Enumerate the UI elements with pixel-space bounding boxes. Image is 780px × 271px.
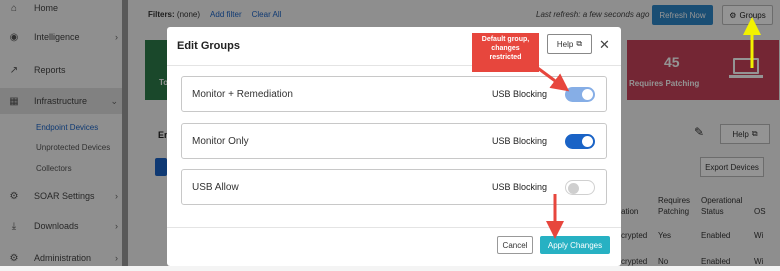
toggle-knob <box>582 136 593 147</box>
callout-line: changes <box>491 45 520 52</box>
help-label: Help <box>556 39 574 49</box>
group-name: Monitor + Remediation <box>192 89 293 100</box>
annotation-callout: Default group, changes restricted <box>472 33 539 72</box>
callout-line: Default group, <box>481 36 530 43</box>
usb-blocking-label: USB Blocking <box>492 89 548 99</box>
usb-blocking-toggle[interactable] <box>565 180 595 195</box>
divider <box>167 65 621 66</box>
group-row: USB Allow USB Blocking <box>181 169 607 205</box>
usb-blocking-toggle[interactable] <box>565 134 595 149</box>
usb-blocking-label: USB Blocking <box>492 136 548 146</box>
callout-line: restricted <box>489 54 522 61</box>
toggle-knob <box>582 89 593 100</box>
group-name: USB Allow <box>192 182 239 193</box>
group-row: Monitor Only USB Blocking <box>181 123 607 159</box>
cancel-button[interactable]: Cancel <box>497 236 533 254</box>
apply-changes-button[interactable]: Apply Changes <box>540 236 610 254</box>
dialog-title: Edit Groups <box>177 40 240 52</box>
toggle-knob <box>568 183 579 194</box>
usb-blocking-label: USB Blocking <box>492 182 548 192</box>
group-row: Monitor + Remediation USB Blocking <box>181 76 607 112</box>
edit-groups-dialog: Edit Groups Help ⧉ ✕ Monitor + Remediati… <box>167 27 621 266</box>
close-icon[interactable]: ✕ <box>599 37 610 53</box>
dialog-help-button[interactable]: Help ⧉ <box>547 34 592 54</box>
divider <box>167 227 621 228</box>
usb-blocking-toggle[interactable] <box>565 87 595 102</box>
external-link-icon: ⧉ <box>576 39 583 48</box>
group-name: Monitor Only <box>192 136 249 147</box>
